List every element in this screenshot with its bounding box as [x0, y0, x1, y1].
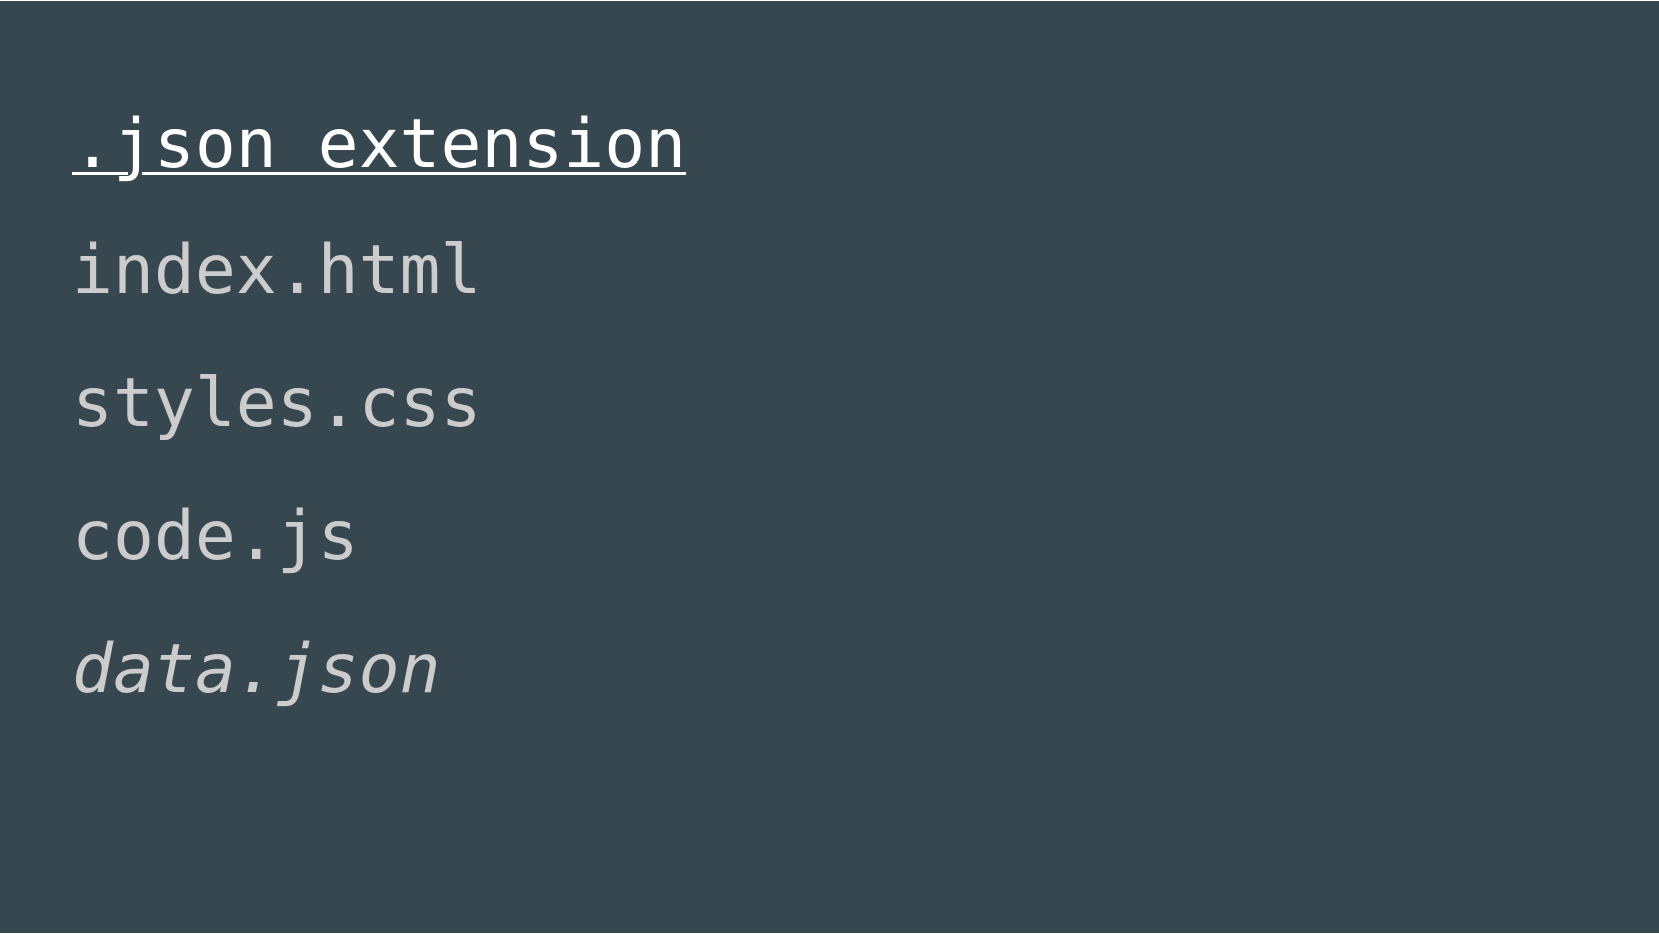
- file-item-index-html: index.html: [72, 231, 482, 310]
- slide: .json extension index.html styles.css co…: [0, 1, 1659, 933]
- file-item-data-json: data.json: [72, 630, 441, 709]
- file-item-code-js: code.js: [72, 497, 359, 576]
- slide-heading: .json extension: [72, 105, 687, 184]
- file-item-styles-css: styles.css: [72, 364, 482, 443]
